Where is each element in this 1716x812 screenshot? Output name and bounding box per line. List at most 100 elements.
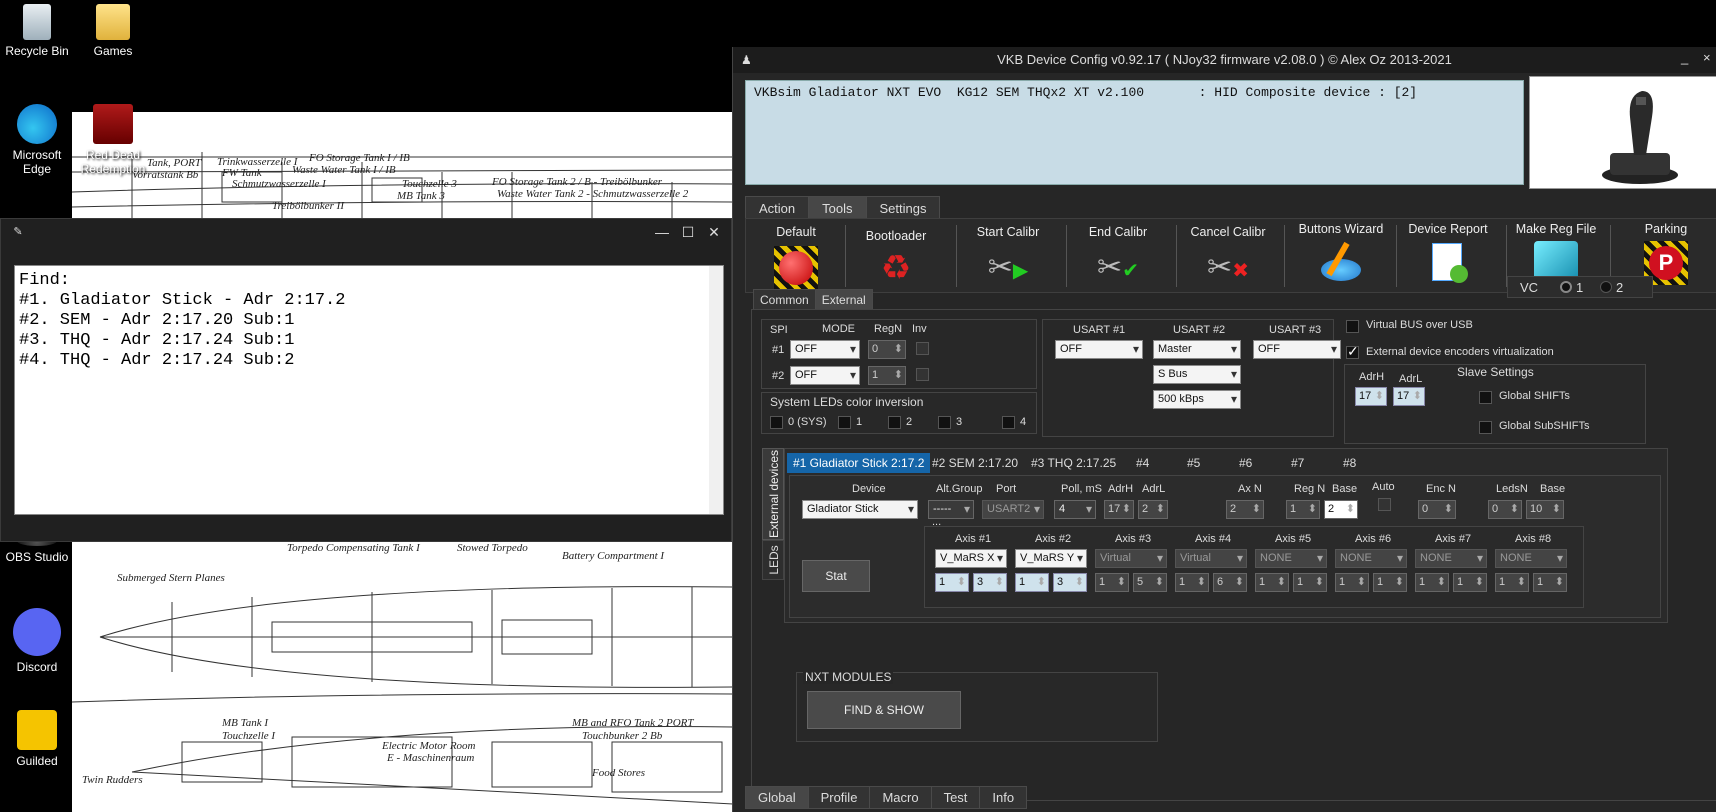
tab-global[interactable]: Global bbox=[745, 786, 809, 809]
led-inv-3-checkbox[interactable] bbox=[938, 416, 951, 429]
cancel-calibr-button[interactable]: Cancel Calibr ✂✖ bbox=[1178, 219, 1278, 292]
stat-button[interactable]: Stat bbox=[802, 560, 870, 592]
axn-spinner[interactable]: 2 bbox=[1226, 500, 1264, 519]
led-inv-4-checkbox[interactable] bbox=[1002, 416, 1015, 429]
spi1-mode-select[interactable]: OFF bbox=[790, 340, 860, 359]
axis-5-spinner-a[interactable]: 1 bbox=[1255, 573, 1289, 592]
device-tab-4[interactable]: #4 bbox=[1130, 453, 1155, 473]
default-button[interactable]: Default bbox=[746, 219, 846, 292]
axis-8-spinner-a[interactable]: 1 bbox=[1495, 573, 1529, 592]
spi2-regn-spinner[interactable]: 1 bbox=[868, 366, 906, 385]
usart2-select[interactable]: Master bbox=[1153, 340, 1241, 359]
axis-7-spinner-b[interactable]: 1 bbox=[1453, 573, 1487, 592]
close-button[interactable]: × bbox=[1703, 45, 1711, 71]
auto-checkbox[interactable] bbox=[1378, 498, 1391, 511]
side-tab-leds[interactable]: LEDs bbox=[762, 540, 784, 580]
desktop-icon-obs[interactable]: OBS Studio bbox=[2, 536, 72, 564]
axis-7-spinner-a[interactable]: 1 bbox=[1415, 573, 1449, 592]
usart2-baud-select[interactable]: 500 kBps bbox=[1153, 390, 1241, 409]
tab-common[interactable]: Common bbox=[753, 289, 816, 311]
desktop-icon-edge[interactable]: Microsoft Edge bbox=[2, 104, 72, 176]
device-report-button[interactable]: Device Report bbox=[1398, 219, 1498, 292]
axis-5-select[interactable]: NONE bbox=[1255, 549, 1327, 568]
led-inv-2-checkbox[interactable] bbox=[888, 416, 901, 429]
axis-3-select[interactable]: Virtual bbox=[1095, 549, 1167, 568]
end-calibr-button[interactable]: End Calibr ✂✔ bbox=[1068, 219, 1168, 292]
desktop-icon-games[interactable]: Games bbox=[78, 4, 148, 58]
tab-profile[interactable]: Profile bbox=[807, 786, 871, 809]
axis-4-select[interactable]: Virtual bbox=[1175, 549, 1247, 568]
minimize-button[interactable]: _ bbox=[1681, 45, 1688, 71]
usart3-select[interactable]: OFF bbox=[1253, 340, 1341, 359]
device-tab-1[interactable]: #1 Gladiator Stick 2:17.2 bbox=[787, 453, 931, 473]
find-show-button[interactable]: FIND & SHOW bbox=[807, 691, 961, 729]
axis-8-spinner-b[interactable]: 1 bbox=[1533, 573, 1567, 592]
tab-macro[interactable]: Macro bbox=[869, 786, 932, 809]
notepad-text-area[interactable]: Find: #1. Gladiator Stick - Adr 2:17.2 #… bbox=[14, 265, 724, 515]
spi2-inv-checkbox[interactable] bbox=[916, 368, 929, 381]
axis-1-select[interactable]: V_MaRS X bbox=[935, 549, 1007, 568]
axis-7-select[interactable]: NONE bbox=[1415, 549, 1487, 568]
ext-encoders-checkbox[interactable] bbox=[1346, 343, 1359, 360]
tab-info[interactable]: Info bbox=[979, 786, 1028, 809]
axis-4-spinner-b[interactable]: 6 bbox=[1213, 573, 1247, 592]
port-select[interactable]: USART2 bbox=[982, 500, 1044, 519]
slave-adrl-input[interactable]: 17 bbox=[1393, 387, 1425, 406]
desktop-icon-rdr[interactable]: Red Dead Redemption bbox=[78, 104, 148, 176]
side-tab-external-devices[interactable]: External devices bbox=[762, 448, 784, 540]
vc-radio-1[interactable] bbox=[1560, 281, 1572, 293]
tab-external[interactable]: External bbox=[814, 289, 873, 311]
device-tab-5[interactable]: #5 bbox=[1181, 453, 1206, 473]
maximize-button[interactable]: ☐ bbox=[677, 223, 699, 241]
axis-5-spinner-b[interactable]: 1 bbox=[1293, 573, 1327, 592]
device-tab-2[interactable]: #2 SEM 2:17.20 bbox=[926, 453, 1024, 473]
device-select[interactable]: Gladiator Stick bbox=[802, 500, 918, 519]
global-subshifts-checkbox[interactable] bbox=[1479, 421, 1492, 434]
vc-radio-2[interactable] bbox=[1600, 281, 1612, 293]
device-tab-3[interactable]: #3 THQ 2:17.25 bbox=[1025, 453, 1122, 473]
base-spinner[interactable]: 2 bbox=[1324, 500, 1358, 519]
desktop-icon-guilded[interactable]: Guilded bbox=[2, 710, 72, 768]
axis-1-spinner-a[interactable]: 1 bbox=[935, 573, 969, 592]
device-tab-7[interactable]: #7 bbox=[1285, 453, 1310, 473]
regn-spinner[interactable]: 1 bbox=[1286, 500, 1320, 519]
ledsn-spinner[interactable]: 0 bbox=[1488, 500, 1522, 519]
notepad-titlebar[interactable]: ✎ — ☐ ✕ bbox=[1, 219, 731, 245]
axis-8-select[interactable]: NONE bbox=[1495, 549, 1567, 568]
device-tab-8[interactable]: #8 bbox=[1337, 453, 1362, 473]
tab-test[interactable]: Test bbox=[930, 786, 981, 809]
poll-select[interactable]: 4 bbox=[1054, 500, 1096, 519]
close-button[interactable]: ✕ bbox=[703, 223, 725, 241]
axis-6-select[interactable]: NONE bbox=[1335, 549, 1407, 568]
desktop-icon-recycle-bin[interactable]: Recycle Bin bbox=[2, 4, 72, 58]
virtual-bus-checkbox[interactable] bbox=[1346, 320, 1359, 333]
spi1-regn-spinner[interactable]: 0 bbox=[868, 340, 906, 359]
axis-2-spinner-a[interactable]: 1 bbox=[1015, 573, 1049, 592]
led-inv-0-checkbox[interactable] bbox=[770, 416, 783, 429]
axis-4-spinner-a[interactable]: 1 bbox=[1175, 573, 1209, 592]
led-inv-1-checkbox[interactable] bbox=[838, 416, 851, 429]
axis-6-spinner-b[interactable]: 1 bbox=[1373, 573, 1407, 592]
slave-adrh-input[interactable]: 17 bbox=[1355, 387, 1387, 406]
adrh-input[interactable]: 17 bbox=[1104, 500, 1134, 519]
adrl-input[interactable]: 2 bbox=[1138, 500, 1168, 519]
start-calibr-button[interactable]: Start Calibr ✂▶ bbox=[958, 219, 1058, 292]
window-titlebar[interactable]: ♟ VKB Device Config v0.92.17 ( NJoy32 fi… bbox=[733, 47, 1716, 73]
spi1-inv-checkbox[interactable] bbox=[916, 342, 929, 355]
global-shifts-checkbox[interactable] bbox=[1479, 391, 1492, 404]
desktop-icon-discord[interactable]: Discord bbox=[2, 608, 72, 674]
usart1-select[interactable]: OFF bbox=[1055, 340, 1143, 359]
axis-3-spinner-a[interactable]: 1 bbox=[1095, 573, 1129, 592]
minimize-button[interactable]: — bbox=[651, 223, 673, 241]
axis-6-spinner-a[interactable]: 1 bbox=[1335, 573, 1369, 592]
axis-1-spinner-b[interactable]: 3 bbox=[973, 573, 1007, 592]
axis-2-spinner-b[interactable]: 3 bbox=[1053, 573, 1087, 592]
bootloader-button[interactable]: Bootloader ♻ bbox=[846, 219, 946, 292]
ledsbase-spinner[interactable]: 10 bbox=[1526, 500, 1564, 519]
encn-spinner[interactable]: 0 bbox=[1418, 500, 1456, 519]
axis-3-spinner-b[interactable]: 5 bbox=[1133, 573, 1167, 592]
vertical-scrollbar[interactable] bbox=[709, 266, 723, 514]
axis-2-select[interactable]: V_MaRS Y bbox=[1015, 549, 1087, 568]
buttons-wizard-button[interactable]: Buttons Wizard bbox=[1286, 219, 1396, 292]
device-tab-6[interactable]: #6 bbox=[1233, 453, 1258, 473]
